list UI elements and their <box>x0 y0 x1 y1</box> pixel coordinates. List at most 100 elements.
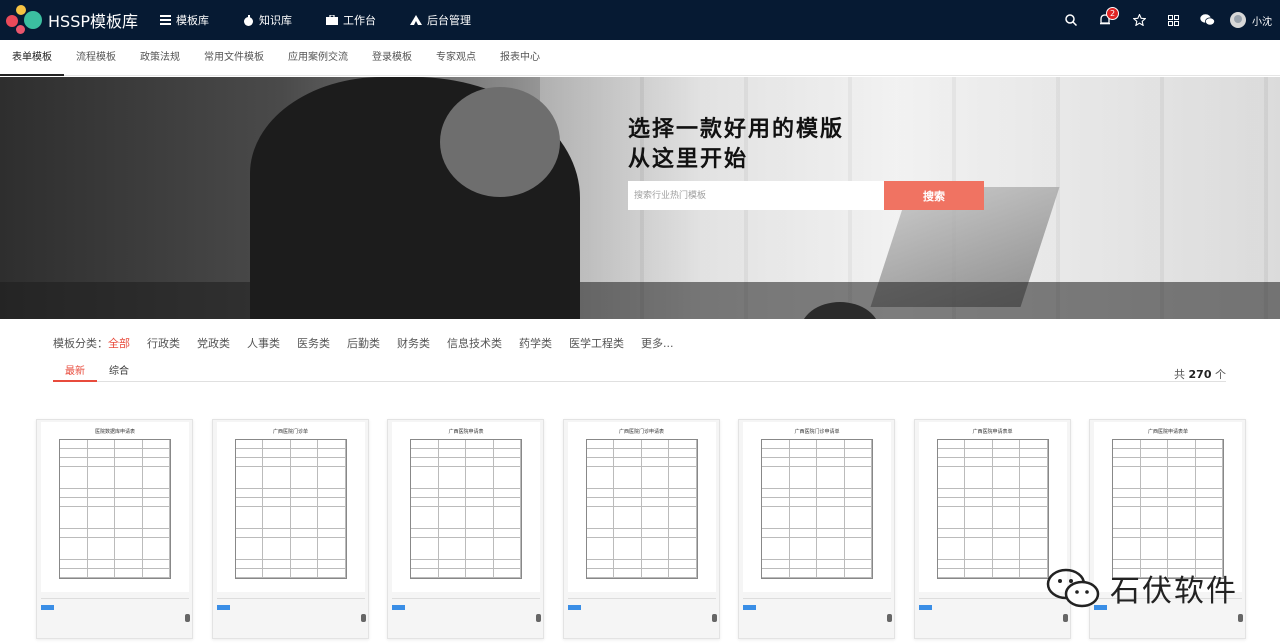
doc-row <box>1113 440 1223 449</box>
use-template-button[interactable] <box>567 605 581 610</box>
doc-row <box>586 440 697 449</box>
nav-workbench[interactable]: 工作台 <box>326 12 376 28</box>
sort-overall[interactable]: 综合 <box>97 366 141 382</box>
doc-row <box>235 560 346 569</box>
card-footer <box>213 594 370 640</box>
doc-row <box>411 529 521 538</box>
category-filter: 模板分类： 全部 行政类 党政类 人事类 医务类 后勤类 财务类 信息技术类 药… <box>53 335 691 351</box>
doc-row <box>1113 449 1223 458</box>
use-template-button[interactable] <box>41 605 54 610</box>
top-navbar: HSSP模板库 模板库 知识库 工作台 后台管理 2 小沈 <box>0 0 1280 40</box>
notification-button[interactable]: 2 <box>1088 7 1122 26</box>
template-card[interactable]: 医院数据库申请表 <box>36 419 193 639</box>
doc-row <box>60 529 170 538</box>
scroll-handle[interactable] <box>1062 614 1068 622</box>
doc-row <box>60 560 170 569</box>
apps-button[interactable] <box>1156 14 1190 26</box>
card-footer <box>564 594 721 640</box>
hero-heading-line2: 从这里开始 <box>628 147 749 172</box>
use-template-button[interactable] <box>743 605 756 610</box>
doc-row <box>1113 529 1223 538</box>
doc-row <box>411 507 521 529</box>
nav-label: 工作台 <box>343 14 376 27</box>
tab-process-templates[interactable]: 流程模板 <box>64 40 128 76</box>
tab-case-exchange[interactable]: 应用案例交流 <box>276 40 360 76</box>
category-item[interactable]: 信息技术类 <box>447 335 502 351</box>
doc-row <box>235 569 346 578</box>
settings-icon <box>410 15 422 25</box>
doc-row <box>937 489 1048 498</box>
doc-row <box>762 569 872 578</box>
tab-report-center[interactable]: 报表中心 <box>488 40 552 76</box>
template-form-grid <box>234 439 347 579</box>
use-template-button[interactable] <box>392 605 405 610</box>
template-card[interactable]: 广西医院申请表 <box>387 419 544 639</box>
template-title: 广西医院门诊申请表 <box>618 429 664 435</box>
scroll-handle[interactable] <box>1238 614 1243 622</box>
use-template-button[interactable] <box>918 605 932 610</box>
category-more[interactable]: 更多... <box>641 335 674 351</box>
template-card[interactable]: 广西医院门诊申请表 <box>562 419 721 640</box>
use-template-button[interactable] <box>216 605 230 610</box>
wechat-icon <box>1046 568 1100 608</box>
doc-row <box>586 569 697 578</box>
category-item[interactable]: 医学工程类 <box>569 335 624 351</box>
scroll-handle[interactable] <box>887 614 892 622</box>
tab-form-templates[interactable]: 表单模板 <box>0 40 64 76</box>
scroll-handle[interactable] <box>360 614 366 622</box>
doc-row <box>1113 458 1223 467</box>
template-form-grid <box>761 439 873 579</box>
template-card[interactable]: 广西医院门诊申请单 <box>738 419 895 639</box>
sort-latest[interactable]: 最新 <box>53 366 97 382</box>
doc-row <box>586 458 697 467</box>
doc-row <box>586 498 697 507</box>
scroll-handle[interactable] <box>536 614 541 622</box>
category-item[interactable]: 后勤类 <box>347 335 380 351</box>
template-preview: 广西医院门诊申请单 <box>743 422 891 592</box>
tab-common-documents[interactable]: 常用文件模板 <box>192 40 276 76</box>
template-search-input[interactable] <box>628 181 884 210</box>
notification-badge: 2 <box>1106 7 1119 20</box>
doc-row <box>937 449 1048 458</box>
template-card[interactable]: 广西医院门诊单 <box>211 419 370 640</box>
doc-row <box>235 498 346 507</box>
doc-row <box>586 507 697 529</box>
tab-policies[interactable]: 政策法规 <box>128 40 192 76</box>
logo-icon <box>4 3 42 37</box>
category-item[interactable]: 行政类 <box>147 335 180 351</box>
card-footer <box>388 594 545 640</box>
avatar[interactable] <box>1230 12 1246 28</box>
scroll-handle[interactable] <box>711 614 717 622</box>
doc-row <box>937 569 1048 578</box>
nav-template-library[interactable]: 模板库 <box>160 12 209 28</box>
template-search-button[interactable]: 搜索 <box>884 181 984 210</box>
wechat-button[interactable] <box>1190 14 1224 26</box>
doc-row <box>586 529 697 538</box>
brand-logo[interactable]: HSSP模板库 <box>4 3 138 37</box>
tab-login-templates[interactable]: 登录模板 <box>360 40 424 76</box>
tab-expert-views[interactable]: 专家观点 <box>424 40 488 76</box>
category-item[interactable]: 医务类 <box>297 335 330 351</box>
category-item[interactable]: 党政类 <box>197 335 230 351</box>
username[interactable]: 小沈 <box>1252 13 1272 28</box>
star-icon <box>1132 14 1146 26</box>
favorites-button[interactable] <box>1122 14 1156 26</box>
category-item[interactable]: 药学类 <box>519 335 552 351</box>
scroll-handle[interactable] <box>185 614 190 622</box>
search-button[interactable] <box>1054 14 1088 26</box>
category-item[interactable]: 人事类 <box>247 335 280 351</box>
template-title: 广西医院申请表 <box>448 429 484 435</box>
category-item[interactable]: 财务类 <box>397 335 430 351</box>
doc-row <box>60 569 170 578</box>
hero-heading: 选择一款好用的模版 从这里开始 <box>628 115 844 175</box>
doc-row <box>1113 489 1223 498</box>
nav-knowledge-base[interactable]: 知识库 <box>243 12 292 28</box>
doc-row <box>762 489 872 498</box>
category-all[interactable]: 全部 <box>108 335 130 351</box>
nav-admin[interactable]: 后台管理 <box>410 12 471 28</box>
grid-icon <box>1167 14 1179 26</box>
template-preview: 广西医院门诊单 <box>216 422 365 592</box>
doc-row <box>60 507 170 529</box>
doc-row <box>1113 467 1223 489</box>
template-form-grid <box>1112 439 1224 579</box>
